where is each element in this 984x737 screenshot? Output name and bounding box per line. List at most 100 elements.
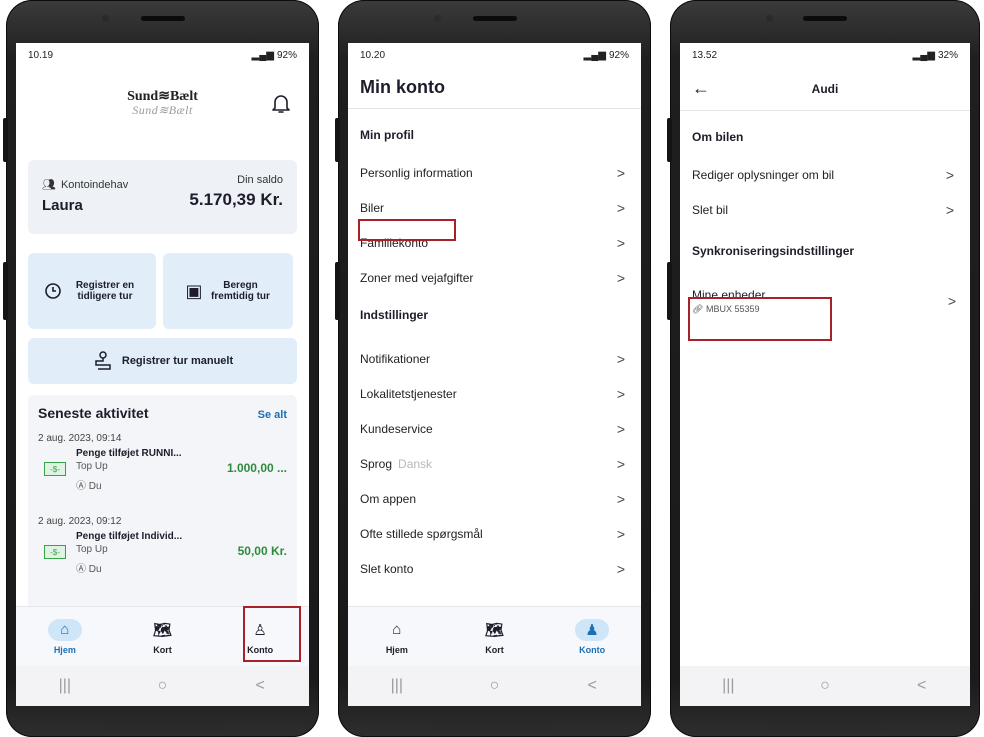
bottom-tab-bar: ⌂ Hjem 🗺︎ Kort ♟ Konto [348, 606, 641, 666]
activity-item[interactable]: 2 aug. 2023, 09:12 -$- Penge tilføjet In… [38, 516, 287, 575]
tab-kort[interactable]: 🗺︎ Kort [127, 619, 197, 655]
chevron-right-icon: > [616, 199, 625, 216]
section-heading-about-car: Om bilen [692, 130, 744, 144]
clock-icon [45, 283, 61, 299]
calculate-future-trip-button[interactable]: ▣ Beregn fremtidig tur [163, 253, 293, 329]
register-manual-trip-label: Registrer tur manuelt [121, 355, 234, 367]
chevron-right-icon: > [616, 350, 625, 367]
header: Sund≋Bælt Sund≋Bælt [16, 67, 309, 139]
phone-chin [102, 723, 223, 731]
menu-item-faq[interactable]: Ofte stillede spørgsmål > [348, 516, 641, 551]
home-button[interactable]: ○ [805, 677, 845, 695]
menu-item-notifications[interactable]: Notifikationer > [348, 341, 641, 376]
menu-item-toll-zones[interactable]: Zoner med vejafgifter > [348, 260, 641, 295]
map-icon: 🗺︎ [484, 621, 504, 639]
speaker-grille [472, 16, 517, 21]
volume-key [335, 118, 340, 162]
menu-item-about-app[interactable]: Om appen > [348, 481, 641, 516]
side-key [667, 262, 672, 320]
car-detail-screen: 13.52 ▂▄▆ 32% ← Audi Om bilen Rediger op… [680, 43, 970, 706]
activity-user-text: Du [88, 481, 102, 492]
recent-apps-button[interactable]: ||| [377, 677, 417, 695]
status-bar: 13.52 ▂▄▆ 32% [680, 43, 970, 67]
menu-item-label: Slet konto [360, 561, 414, 576]
menu-item-delete-account[interactable]: Slet konto > [348, 551, 641, 586]
tab-hjem[interactable]: ⌂ Hjem [362, 619, 432, 655]
highlight-box [688, 297, 832, 341]
money-icon: -$- [44, 545, 66, 559]
section-heading-sync: Synkroniseringsindstillinger [692, 244, 855, 258]
status-time: 10.19 [28, 49, 54, 61]
menu-item-location-services[interactable]: Lokalitetstjenester > [348, 376, 641, 411]
chevron-right-icon: > [616, 420, 625, 437]
home-button[interactable]: ○ [142, 677, 182, 695]
back-arrow-icon[interactable]: ← [692, 78, 710, 99]
home-content: 👥︎ Kontoindehav Laura Din saldo 5.170,39… [16, 139, 309, 645]
home-icon: ⌂ [47, 618, 82, 641]
activity-type: Top Up [76, 461, 108, 472]
tab-konto[interactable]: ♟ Konto [557, 618, 627, 655]
phone-frame-account: 10.20 ▂▄▆ 92% Min konto Min profil Perso… [335, 0, 651, 737]
activity-date: 2 aug. 2023, 09:14 [38, 433, 122, 444]
status-icons: ▂▄▆ 92% [252, 50, 297, 61]
bell-icon[interactable] [271, 93, 291, 115]
tab-kort[interactable]: 🗺︎ Kort [459, 619, 529, 655]
highlight-box [358, 219, 456, 241]
back-button[interactable]: < [902, 677, 942, 695]
chevron-right-icon: > [616, 164, 625, 181]
register-past-trip-button[interactable]: Registrer en tidligere tur [28, 253, 156, 329]
home-icon: ⌂ [392, 621, 402, 638]
tab-label: Hjem [385, 644, 408, 655]
tab-hjem[interactable]: ⌂ Hjem [30, 618, 100, 655]
tab-label: Hjem [53, 644, 76, 655]
recent-apps-button[interactable]: ||| [708, 677, 748, 695]
balance-label: Din saldo [237, 174, 283, 186]
side-key [3, 262, 8, 320]
signal-icon: ▂▄▆ [251, 49, 274, 61]
calculate-future-trip-label: Beregn fremtidig tur [211, 280, 270, 302]
see-all-link[interactable]: Se alt [258, 409, 287, 421]
menu-item-customer-service[interactable]: Kundeservice > [348, 411, 641, 446]
menu-item-personal-info[interactable]: Personlig information > [348, 155, 641, 190]
menu-item-label: Lokalitetstjenester [360, 386, 457, 401]
volume-key [667, 118, 672, 162]
register-manual-trip-button[interactable]: Registrer tur manuelt [28, 338, 297, 384]
chevron-right-icon: > [945, 166, 954, 183]
logo-text: Sund≋Bælt [127, 89, 198, 104]
system-nav-bar: ||| ○ < [16, 666, 309, 706]
balance-value: 5.170,39 Kr. [189, 190, 283, 209]
chevron-right-icon: > [945, 201, 954, 218]
home-button[interactable]: ○ [474, 677, 514, 695]
section-heading-profile: Min profil [360, 128, 414, 142]
signal-icon: ▂▄▆ [912, 49, 935, 61]
menu-item-language[interactable]: Sprog Dansk > [348, 446, 641, 481]
speaker-grille [140, 16, 185, 21]
recent-apps-button[interactable]: ||| [45, 677, 85, 695]
volume-key [3, 118, 8, 162]
map-icon: 🗺︎ [152, 621, 172, 639]
menu-item-delete-car[interactable]: Slet bil > [680, 192, 970, 227]
activity-name: Penge tilføjet Individ... [76, 531, 183, 542]
back-button[interactable]: < [572, 677, 612, 695]
back-button[interactable]: < [240, 677, 280, 695]
account-card[interactable]: 👥︎ Kontoindehav Laura Din saldo 5.170,39… [28, 160, 297, 234]
account-holder-label: 👥︎ Kontoindehav [42, 178, 128, 192]
page-title: Min konto [348, 67, 641, 109]
people-icon: 👥︎ [42, 179, 56, 191]
activity-amount: 50,00 Kr. [237, 544, 287, 558]
chevron-right-icon: > [616, 385, 625, 402]
menu-item-label: Om appen [360, 491, 417, 506]
side-key [335, 262, 340, 320]
recent-activity-title: Seneste aktivitet [38, 405, 149, 421]
chevron-right-icon: > [616, 525, 625, 542]
activity-user: Ⓐ Du [76, 560, 287, 575]
chevron-right-icon: > [616, 455, 625, 472]
activity-item[interactable]: 2 aug. 2023, 09:14 -$- Penge tilføjet RU… [38, 433, 287, 492]
menu-item-label: Personlig information [360, 165, 473, 180]
menu-item-label-group: Sprog Dansk [360, 457, 432, 471]
menu-item-edit-car[interactable]: Rediger oplysninger om bil > [680, 157, 970, 192]
system-nav-bar: ||| ○ < [348, 666, 641, 706]
language-value: Dansk [398, 456, 433, 471]
account-name: Laura [42, 197, 83, 214]
user-icon: Ⓐ [76, 564, 86, 575]
